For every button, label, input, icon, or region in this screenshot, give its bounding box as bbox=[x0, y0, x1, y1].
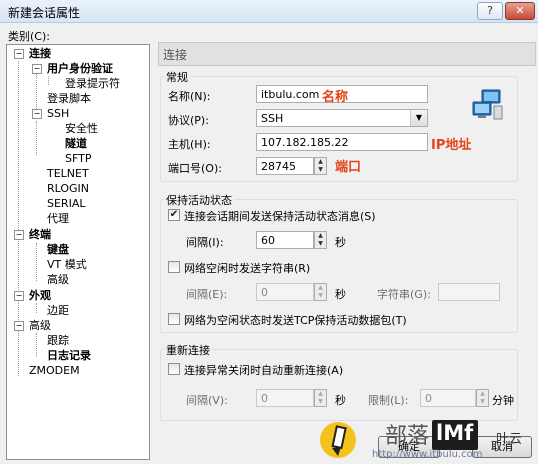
tree-item-login-script[interactable]: 登录脚本 bbox=[47, 92, 91, 106]
auto-reconnect-label: 连接异常关闭时自动重新连接(A) bbox=[184, 364, 344, 377]
tree-item-ssh[interactable]: SSH bbox=[47, 107, 69, 121]
panel-title: 连接 bbox=[163, 48, 188, 62]
tree-collapse-icon[interactable]: − bbox=[32, 109, 42, 119]
limit-label: 限制(L): bbox=[368, 394, 409, 407]
chevron-down-icon: ▼ bbox=[410, 110, 427, 126]
tree-item-margin[interactable]: 边距 bbox=[47, 304, 69, 318]
tree-guide bbox=[36, 333, 37, 357]
tree-item-telnet[interactable]: TELNET bbox=[47, 167, 89, 181]
tree-collapse-icon[interactable]: − bbox=[14, 230, 24, 240]
keepalive-group-title: 保持活动状态 bbox=[164, 192, 234, 208]
tcp-keepalive-checkbox[interactable] bbox=[168, 313, 180, 325]
interval-unit: 秒 bbox=[335, 236, 346, 249]
protocol-label: 协议(P): bbox=[168, 114, 209, 127]
close-button[interactable]: ✕ bbox=[505, 2, 535, 20]
reconnect-interval-stepper[interactable]: ▲ ▼ bbox=[314, 389, 327, 407]
tree-item-login-prompt[interactable]: 登录提示符 bbox=[65, 77, 120, 91]
interval2-input[interactable] bbox=[256, 283, 314, 301]
auto-reconnect-checkbox[interactable] bbox=[168, 363, 180, 375]
tcp-keepalive-label: 网络为空闲状态时发送TCP保持活动数据包(T) bbox=[184, 314, 407, 327]
panel-header: 连接 bbox=[158, 42, 536, 66]
tree-item-sftp[interactable]: SFTP bbox=[65, 152, 91, 166]
port-annotation: 端口 bbox=[335, 160, 362, 175]
tree-collapse-icon[interactable]: − bbox=[14, 321, 24, 331]
tree-item-user-auth[interactable]: 用户身份验证 bbox=[47, 62, 113, 76]
protocol-select[interactable]: SSH ▼ bbox=[256, 109, 428, 127]
protocol-value: SSH bbox=[261, 112, 284, 125]
send-string-checkbox[interactable] bbox=[168, 261, 180, 273]
interval-input[interactable] bbox=[256, 231, 314, 249]
tree-item-logging[interactable]: 日志记录 bbox=[47, 349, 91, 363]
tree-item-trace[interactable]: 跟踪 bbox=[47, 334, 69, 348]
title-bar bbox=[0, 0, 538, 23]
tree-collapse-icon[interactable]: − bbox=[32, 64, 42, 74]
tree-collapse-icon[interactable]: − bbox=[14, 49, 24, 59]
interval2-label: 间隔(E): bbox=[186, 288, 228, 301]
send-string-label: 网络空闲时发送字符串(R) bbox=[184, 262, 311, 275]
reconnect-interval-unit: 秒 bbox=[335, 394, 346, 407]
tree-item-terminal-advanced[interactable]: 高级 bbox=[47, 273, 69, 287]
tree-item-security[interactable]: 安全性 bbox=[65, 122, 98, 136]
reconnect-group-title: 重新连接 bbox=[164, 342, 212, 358]
tree-item-tunnel[interactable]: 隧道 bbox=[65, 137, 87, 151]
interval-label: 间隔(I): bbox=[186, 236, 224, 249]
host-input[interactable] bbox=[256, 133, 428, 151]
tree-item-advanced[interactable]: 高级 bbox=[29, 319, 51, 333]
port-input[interactable] bbox=[256, 157, 314, 175]
host-annotation: IP地址 bbox=[431, 138, 472, 153]
tree-item-terminal[interactable]: 终端 bbox=[29, 228, 51, 242]
tree-item-proxy[interactable]: 代理 bbox=[47, 212, 69, 226]
name-annotation: 名称 bbox=[322, 90, 349, 105]
category-label: 类别(C): bbox=[8, 30, 50, 43]
tree-item-vt-mode[interactable]: VT 模式 bbox=[47, 258, 87, 272]
reconnect-interval-input[interactable] bbox=[256, 389, 314, 407]
interval2-stepper[interactable]: ▲ ▼ bbox=[314, 283, 327, 301]
port-label: 端口号(O): bbox=[168, 162, 222, 175]
port-stepper[interactable]: ▲ ▼ bbox=[314, 157, 327, 175]
reconnect-interval-label: 间隔(V): bbox=[186, 394, 228, 407]
general-group-title: 常规 bbox=[164, 69, 190, 85]
tree-guide bbox=[36, 243, 37, 281]
tree-item-keyboard[interactable]: 键盘 bbox=[47, 243, 69, 257]
watermark-site: 部落 bbox=[385, 424, 430, 449]
window-title: 新建会话属性 bbox=[8, 6, 81, 20]
help-button[interactable]: ? bbox=[477, 2, 503, 20]
send-keepalive-checkbox[interactable]: ✔ bbox=[168, 209, 180, 221]
tree-guide bbox=[36, 303, 37, 313]
tree-item-rlogin[interactable]: RLOGIN bbox=[47, 182, 89, 196]
string-label: 字符串(G): bbox=[377, 288, 431, 301]
send-keepalive-label: 连接会话期间发送保持活动状态消息(S) bbox=[184, 210, 376, 223]
watermark-brand: lMf bbox=[436, 421, 474, 445]
tree-item-zmodem[interactable]: ZMODEM bbox=[29, 364, 80, 378]
tree-item-appearance[interactable]: 外观 bbox=[29, 289, 51, 303]
watermark-url: http://www.itbulu.com bbox=[372, 449, 483, 460]
name-label: 名称(N): bbox=[168, 90, 211, 103]
tree-guide bbox=[36, 121, 37, 155]
network-computers-icon bbox=[472, 89, 503, 120]
string-input[interactable] bbox=[438, 283, 500, 301]
tree-item-connection[interactable]: 连接 bbox=[29, 47, 51, 61]
limit-input[interactable] bbox=[420, 389, 476, 407]
tree-guide bbox=[48, 76, 49, 85]
limit-unit: 分钟 bbox=[492, 394, 514, 407]
tree-item-serial[interactable]: SERIAL bbox=[47, 197, 85, 211]
category-tree[interactable]: − 连接 − 用户身份验证 登录提示符 登录脚本 − SSH 安全性 隧道 SF… bbox=[6, 44, 150, 460]
interval-stepper[interactable]: ▲ ▼ bbox=[314, 231, 327, 249]
interval2-unit: 秒 bbox=[335, 288, 346, 301]
host-label: 主机(H): bbox=[168, 138, 211, 151]
tree-collapse-icon[interactable]: − bbox=[14, 291, 24, 301]
limit-stepper[interactable]: ▲ ▼ bbox=[476, 389, 489, 407]
pencil-logo-icon bbox=[320, 422, 356, 458]
reconnect-group bbox=[160, 349, 518, 421]
watermark-extra: 叶云 bbox=[496, 432, 523, 447]
